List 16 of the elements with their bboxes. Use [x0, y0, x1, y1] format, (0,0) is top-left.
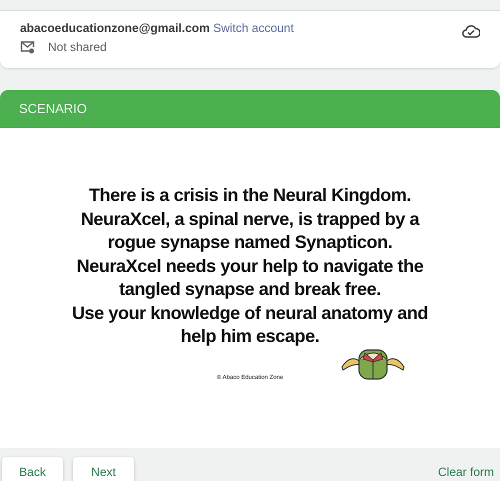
nav-button[interactable]: Next [73, 457, 134, 481]
account-email: abacoeducationzone@gmail.com [20, 21, 210, 35]
mail-settings-icon [20, 40, 35, 54]
nav-button[interactable]: Back [2, 457, 63, 481]
scenario-text-line: help him escape. [180, 325, 320, 348]
scenario-text-line: NeuraXcel needs your help to navigate the [76, 254, 424, 278]
switch-account-link[interactable]: Switch account [213, 21, 294, 35]
scenario-text-line: rogue synapse named Synapticon. [106, 231, 394, 254]
scenario-text-line: There is a crisis in the Neural Kingdom. [88, 184, 412, 207]
section-header: SCENARIO [0, 90, 500, 128]
clear-form-link[interactable]: Clear form [438, 464, 494, 478]
scenario-text-line: NeuraXcel, a spinal nerve, is trapped by a [80, 208, 421, 231]
cloud-check-icon [462, 24, 480, 38]
sharing-status: Not shared [48, 40, 107, 54]
scenario-text-line: tangled synapse and break free. [118, 278, 382, 301]
scenario-text-line: Use your knowledge of neural anatomy and [72, 302, 428, 325]
